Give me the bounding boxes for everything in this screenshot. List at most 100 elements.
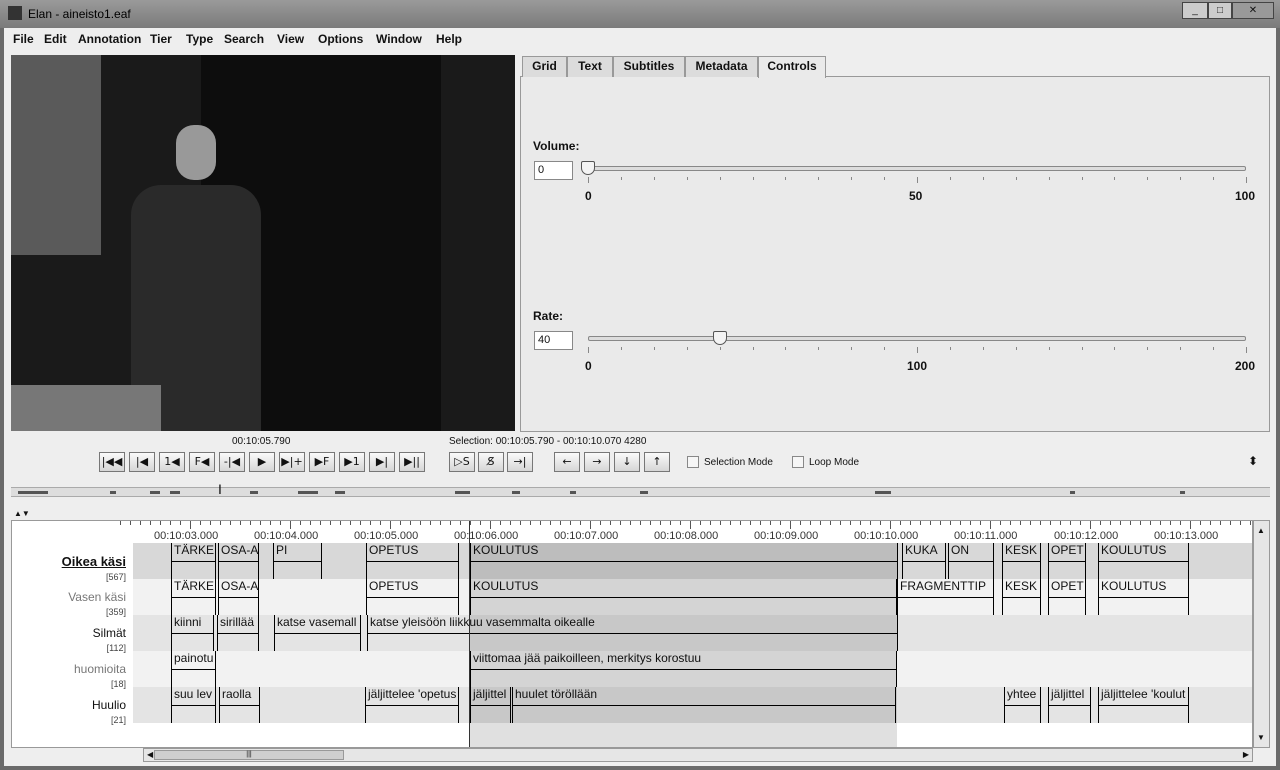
tab-metadata[interactable]: Metadata [685,56,758,77]
annotation[interactable]: yhtee [1004,687,1041,723]
go-to-begin-button[interactable]: |◀◀ [99,452,125,472]
clear-selection-button[interactable]: S̸ [478,452,504,472]
next-pixel-button[interactable]: ▶F [309,452,335,472]
annotation[interactable]: OSA-A [218,579,259,615]
ruler-tick [150,521,151,525]
scroll-left-icon[interactable]: ◀ [147,750,153,759]
scroll-up-icon[interactable]: ▲ [1257,526,1265,535]
up-button[interactable]: ↑ [644,452,670,472]
tab-text[interactable]: Text [567,56,613,77]
annotation[interactable]: katse vasemall [274,615,361,651]
rate-slider-thumb[interactable] [712,331,727,345]
next-boundary-button[interactable]: ▶|+ [279,452,305,472]
annotation-text: KUKA [905,543,938,557]
annotation[interactable]: OPET [1048,543,1086,579]
annotation[interactable]: KOULUTUS [1098,579,1189,615]
scroll-down-icon[interactable]: ▼ [1257,733,1265,742]
annotation[interactable]: suu lev [171,687,216,723]
ruler-tick [610,521,611,525]
annotation-line [220,705,259,706]
menu-options[interactable]: Options [318,32,363,46]
maximize-button[interactable]: □ [1208,2,1232,19]
rate-slider-track[interactable] [588,336,1246,341]
ruler-tick [800,521,801,525]
tab-controls[interactable]: Controls [758,56,826,78]
previous-second-button[interactable]: |◀ [129,452,155,472]
annotation[interactable]: jäljittel [1048,687,1091,723]
annotation[interactable]: KESK [1002,543,1041,579]
resize-handle-icon[interactable]: ⬍ [1248,454,1258,468]
tier-label[interactable]: Silmät [112] [12,626,130,654]
annotation[interactable]: TÄRKE [171,543,216,579]
next-frame-button[interactable]: ▶1 [339,452,365,472]
annotation[interactable]: KOULUTUS [1098,543,1189,579]
right-button[interactable]: → [584,452,610,472]
overview-cursor-icon[interactable]: I [218,481,222,497]
annotation[interactable]: jäljittelee 'opetus [365,687,459,723]
menu-help[interactable]: Help [436,32,462,46]
overview-mark [640,491,648,494]
menu-search[interactable]: Search [224,32,264,46]
menu-type[interactable]: Type [186,32,213,46]
annotation[interactable]: ON [948,543,994,579]
tab-subtitles[interactable]: Subtitles [613,56,685,77]
previous-boundary-button[interactable]: -|◀ [219,452,245,472]
video-viewer[interactable] [11,55,515,431]
annotation[interactable]: TÄRKE [171,579,216,615]
selection-mode-checkbox[interactable] [687,456,699,468]
left-button[interactable]: ← [554,452,580,472]
time-ruler[interactable]: 00:10:03.000 00:10:04.000 00:10:05.000 00:1… [120,521,1252,543]
annotation[interactable]: painotu [171,651,216,687]
tier-label[interactable]: Huulio [21] [12,698,130,726]
annotation[interactable]: sirillää [217,615,259,651]
scroll-thumb[interactable]: ||| [154,750,344,760]
annotation[interactable]: PI [273,543,322,579]
ruler-tick [910,521,911,525]
ruler-tick [260,521,261,525]
rate-input[interactable]: 40 [534,331,573,350]
close-button[interactable]: ✕ [1232,2,1274,19]
volume-slider-thumb[interactable] [581,161,595,175]
play-button[interactable]: ▶ [249,452,275,472]
down-button[interactable]: ↓ [614,452,640,472]
volume-slider-track[interactable] [588,166,1246,171]
ruler-tick [210,521,211,525]
minimize-button[interactable]: _ [1182,2,1208,19]
volume-input[interactable]: 0 [534,161,573,180]
ruler-tick [620,521,621,525]
annotation[interactable]: OPETUS [366,579,459,615]
annotation[interactable]: FRAGMENTTIP [897,579,994,615]
annotation[interactable]: OPET [1048,579,1086,615]
annotation[interactable]: OSA-A [218,543,259,579]
annotation[interactable]: OPETUS [366,543,459,579]
collapse-arrows-icon[interactable]: ▲▼ [14,509,30,518]
play-selection-button[interactable]: ▷S [449,452,475,472]
tier-label[interactable]: huomioita [18] [12,662,130,690]
loop-mode-checkbox[interactable] [792,456,804,468]
menu-view[interactable]: View [277,32,304,46]
overview-mark [1070,491,1075,494]
tab-grid[interactable]: Grid [522,56,567,77]
annotation[interactable]: raolla [219,687,260,723]
menu-tier[interactable]: Tier [150,32,172,46]
tier-label[interactable]: Oikea käsi [567] [12,554,130,583]
annotation-timeline[interactable]: 00:10:03.000 00:10:04.000 00:10:05.000 00:1… [11,520,1253,748]
annotation[interactable]: KESK [1002,579,1041,615]
horizontal-scrollbar[interactable]: ◀ ||| ▶ [143,748,1253,762]
go-to-end-button[interactable]: ▶|| [399,452,425,472]
vertical-scrollbar[interactable]: ▲ ▼ [1253,520,1270,748]
toggle-crosshair-button[interactable]: →| [507,452,533,472]
annotation[interactable]: jäljittelee 'koulut [1098,687,1189,723]
crosshair[interactable] [469,521,470,747]
previous-frame-button[interactable]: 1◀ [159,452,185,472]
menu-window[interactable]: Window [376,32,422,46]
previous-pixel-button[interactable]: F◀ [189,452,215,472]
menu-file[interactable]: File [13,32,34,46]
menu-annotation[interactable]: Annotation [78,32,141,46]
scroll-right-icon[interactable]: ▶ [1243,750,1249,759]
annotation[interactable]: KUKA [902,543,946,579]
next-second-button[interactable]: ▶| [369,452,395,472]
menu-edit[interactable]: Edit [44,32,67,46]
tier-label[interactable]: Vasen käsi [359] [12,590,130,618]
annotation[interactable]: kiinni [171,615,214,651]
